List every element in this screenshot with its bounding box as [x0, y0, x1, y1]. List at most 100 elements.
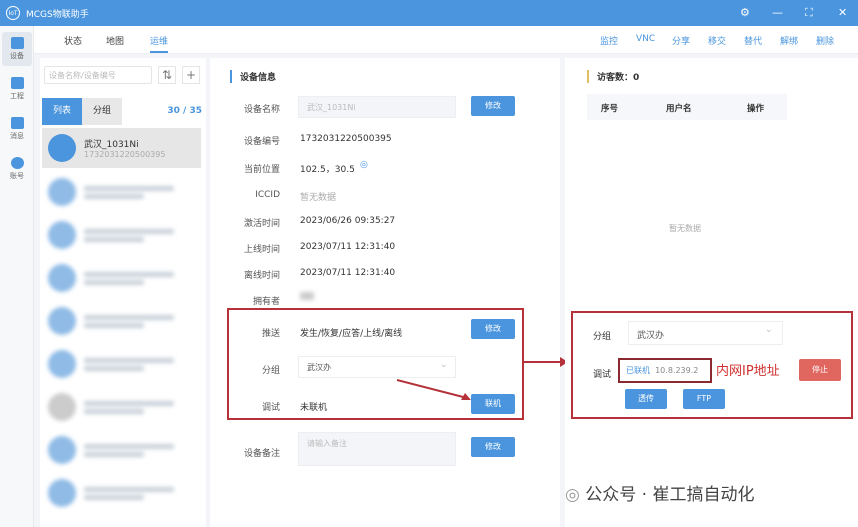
rail-item-message[interactable]: 消息	[2, 112, 32, 146]
sort-icon[interactable]: ⇅	[158, 66, 176, 84]
device-name-input[interactable]: 武汉_1031Ni	[298, 96, 456, 118]
section-title: 设备信息	[230, 70, 276, 83]
push-value: 发生/恢复/应答/上线/离线	[300, 329, 403, 339]
tab-list[interactable]: 列表	[42, 98, 82, 125]
device-item[interactable]	[42, 301, 201, 341]
arrow-annotation	[522, 357, 568, 367]
debug-highlight-box: 分组 武汉办 ⌄ 调试 已联机 10.8.239.2 内网IP地址 停止 透传 …	[571, 311, 853, 419]
visitor-panel: 访客数：0 序号 用户名 操作 暂无数据	[565, 58, 858, 527]
close-icon[interactable]: ✕	[838, 6, 847, 19]
action-monitor[interactable]: 监控	[600, 34, 618, 47]
device-list-panel: 设备名称/设备编号 ⇅ + 列表 分组 30 / 35 武汉_1031Ni 173…	[40, 58, 206, 527]
visitor-count: 访客数：0	[587, 70, 639, 83]
passthrough-button[interactable]: 透传	[625, 389, 667, 409]
app-logo-icon: IoT	[6, 6, 20, 20]
tab-map[interactable]: 地图	[106, 34, 124, 47]
group-select[interactable]: 武汉办	[298, 356, 456, 378]
device-id: 1732031220500395	[84, 150, 166, 159]
online-time: 2023/07/11 12:31:40	[300, 242, 396, 252]
field-label: ICCID	[255, 190, 280, 200]
edit-push-button[interactable]: 修改	[471, 319, 515, 339]
edit-name-button[interactable]: 修改	[471, 96, 515, 116]
rail-item-device[interactable]: 设备	[2, 32, 32, 66]
location-value: 102.5，30.5	[300, 165, 355, 175]
device-name: 武汉_1031Ni	[84, 140, 139, 150]
group-select[interactable]: 武汉办	[628, 321, 783, 345]
rail-label: 工程	[10, 92, 24, 100]
chevron-down-icon: ⌄	[440, 360, 448, 370]
rail-item-account[interactable]: 账号	[2, 152, 32, 186]
action-delete[interactable]: 删除	[816, 34, 834, 47]
location-pin-icon[interactable]: ◎	[360, 160, 368, 170]
device-item[interactable]	[42, 473, 201, 513]
chart-icon	[10, 77, 24, 89]
add-icon[interactable]: +	[182, 66, 200, 84]
tab-group[interactable]: 分组	[82, 98, 122, 125]
ip-address: 10.8.239.2	[655, 366, 699, 375]
tab-maintenance[interactable]: 运维	[150, 34, 169, 53]
field-label: 当前位置	[243, 165, 280, 175]
empty-text: 暂无数据	[669, 224, 701, 233]
ftp-button[interactable]: FTP	[683, 389, 725, 409]
title-bar: IoT MCGS物联助手 ⚙ — ⛶ ✕	[0, 0, 858, 26]
maximize-icon[interactable]: ⛶	[805, 6, 813, 20]
field-label: 分组	[593, 332, 612, 342]
stop-button[interactable]: 停止	[799, 359, 841, 381]
debug-status-field: 已联机 10.8.239.2	[618, 358, 712, 383]
device-item[interactable]	[42, 215, 201, 255]
column-header: 序号	[601, 104, 619, 114]
rail-label: 设备	[10, 52, 24, 60]
settings-icon[interactable]: ⚙	[740, 6, 750, 19]
tab-bar: 状态 地图 运维 监控 VNC 分享 移交 替代 解绑 删除	[34, 26, 858, 54]
search-input[interactable]: 设备名称/设备编号	[44, 66, 152, 84]
device-item[interactable]	[42, 344, 201, 384]
watermark-text: 公众号 · 崔工搞自动化	[585, 485, 755, 505]
arrow-annotation	[396, 379, 471, 400]
minimize-icon[interactable]: —	[772, 6, 783, 19]
device-item[interactable]	[42, 387, 201, 427]
edit-note-button[interactable]: 修改	[471, 437, 515, 457]
device-info-panel: 设备信息 设备名称 武汉_1031Ni 修改 设备编号 1732031220500…	[210, 58, 560, 527]
user-icon	[10, 157, 24, 169]
field-label: 调试	[593, 370, 612, 380]
rail-label: 账号	[10, 172, 24, 180]
chevron-down-icon: ⌄	[765, 325, 773, 335]
action-replace[interactable]: 替代	[744, 34, 762, 47]
rail-item-project[interactable]: 工程	[2, 72, 32, 106]
device-item[interactable]	[42, 172, 201, 212]
annotation-text: 内网IP地址	[716, 364, 780, 379]
action-transfer[interactable]: 移交	[708, 34, 726, 47]
field-label: 调试	[261, 403, 280, 413]
action-vnc[interactable]: VNC	[636, 34, 655, 44]
activation-time: 2023/06/26 09:35:27	[300, 216, 396, 226]
tab-status[interactable]: 状态	[64, 34, 82, 47]
device-item-selected[interactable]: 武汉_1031Ni 1732031220500395	[42, 128, 201, 168]
rail-label: 消息	[10, 132, 24, 140]
column-header: 操作	[747, 104, 765, 114]
field-label: 上线时间	[243, 245, 280, 255]
note-textarea[interactable]: 请输入备注	[298, 432, 456, 466]
iccid-value: 暂无数据	[300, 193, 337, 203]
column-header: 用户名	[666, 104, 692, 114]
device-item[interactable]	[42, 258, 201, 298]
device-icon	[48, 134, 76, 162]
app-title: MCGS物联助手	[26, 9, 89, 20]
debug-status: 未联机	[300, 403, 328, 413]
wechat-icon: ◎	[565, 485, 580, 505]
field-label: 设备编号	[243, 137, 280, 147]
message-icon	[10, 117, 24, 129]
field-label: 设备名称	[243, 105, 280, 115]
action-share[interactable]: 分享	[672, 34, 690, 47]
device-item[interactable]	[42, 430, 201, 470]
field-label: 激活时间	[243, 219, 280, 229]
offline-time: 2023/07/11 12:31:40	[300, 268, 396, 278]
field-label: 离线时间	[243, 271, 280, 281]
watermark: ◎ 公众号 · 崔工搞自动化	[565, 480, 754, 505]
owner-value	[300, 292, 314, 300]
field-label: 设备备注	[243, 449, 280, 459]
device-icon	[10, 37, 24, 49]
field-label: 推送	[261, 329, 280, 339]
action-unbind[interactable]: 解绑	[780, 34, 798, 47]
connect-button[interactable]: 联机	[471, 394, 515, 414]
device-id-value: 1732031220500395	[300, 134, 392, 144]
